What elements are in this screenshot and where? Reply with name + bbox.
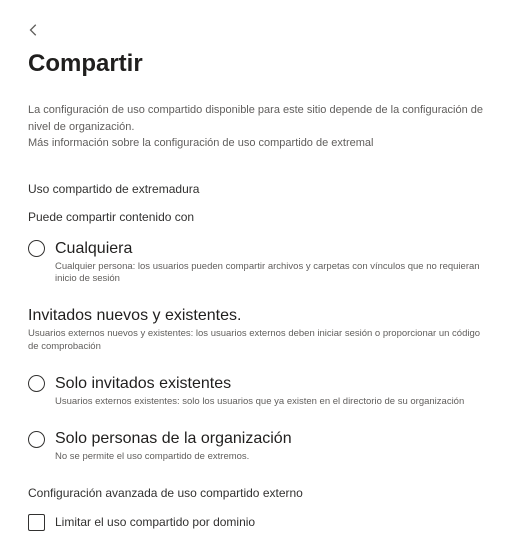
arrow-left-icon: [27, 23, 41, 37]
intro-text: La configuración de uso compartido dispo…: [28, 102, 492, 135]
share-with-label: Puede compartir contenido con: [28, 210, 492, 224]
option-anyone-title: Cualquiera: [55, 240, 132, 258]
option-existing-guests: Solo invitados existentes Usuarios exter…: [28, 375, 492, 408]
option-new-existing-guests: Invitados nuevos y existentes. Usuarios …: [28, 307, 492, 353]
option-existing-title: Solo invitados existentes: [55, 375, 231, 393]
option-existing-desc: Usuarios externos existentes: solo los u…: [55, 396, 492, 408]
page-title: Compartir: [28, 50, 492, 78]
checkbox-limit-by-domain[interactable]: [28, 514, 45, 531]
option-new-existing-title: Invitados nuevos y existentes.: [28, 307, 241, 325]
option-anyone: Cualquiera Cualquier persona: los usuari…: [28, 240, 492, 286]
option-org-only: Solo personas de la organización No se p…: [28, 430, 492, 463]
back-button[interactable]: [22, 18, 46, 42]
option-org-desc: No se permite el uso compartido de extre…: [55, 451, 492, 463]
radio-anyone[interactable]: [28, 240, 45, 257]
option-anyone-desc: Cualquier persona: los usuarios pueden c…: [55, 261, 492, 286]
limit-by-domain-label: Limitar el uso compartido por dominio: [55, 515, 255, 529]
external-sharing-label: Uso compartido de extremadura: [28, 182, 492, 196]
limit-by-domain-row: Limitar el uso compartido por dominio: [28, 514, 492, 531]
radio-org-only[interactable]: [28, 431, 45, 448]
option-org-title: Solo personas de la organización: [55, 430, 292, 448]
intro-link[interactable]: Más información sobre la configuración d…: [28, 135, 492, 152]
sharing-panel: Compartir La configuración de uso compar…: [0, 0, 520, 559]
option-new-existing-desc: Usuarios externos nuevos y existentes: l…: [28, 328, 492, 353]
radio-existing-guests[interactable]: [28, 375, 45, 392]
advanced-settings-label: Configuración avanzada de uso compartido…: [28, 486, 492, 500]
